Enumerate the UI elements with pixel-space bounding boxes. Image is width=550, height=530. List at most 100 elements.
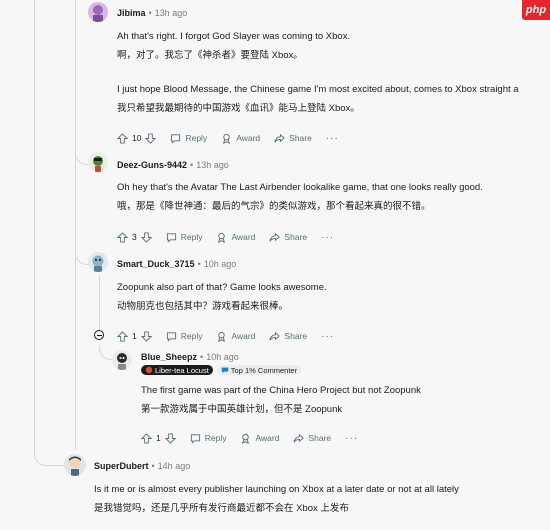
user-flair-label: Liber-tea Locust (155, 365, 209, 375)
award-label: Award (231, 331, 256, 341)
reply-label: Reply (180, 331, 203, 341)
comment-author[interactable]: Deez-Guns-9442 (117, 160, 187, 170)
downvote-icon[interactable] (140, 330, 152, 342)
reply-label: Reply (180, 232, 203, 242)
locust-icon (145, 366, 153, 374)
flair-row: Liber-tea Locust Top 1% Commenter (141, 363, 305, 377)
share-icon (269, 232, 281, 241)
thread-line (34, 0, 35, 455)
upvote-icon[interactable] (141, 432, 152, 444)
award-button[interactable]: Award (216, 232, 255, 243)
share-icon (274, 133, 285, 142)
comment-time[interactable]: 13h ago (155, 8, 188, 18)
comment-time[interactable]: 14h ago (158, 461, 191, 471)
avatar[interactable] (88, 252, 108, 272)
vote-group: 10 (117, 132, 157, 144)
vote-count: 1 (132, 331, 137, 341)
avatar[interactable] (64, 454, 86, 476)
user-flair-badge: Liber-tea Locust (141, 365, 213, 375)
vote-group: 1 (117, 330, 152, 342)
reply-button[interactable]: Reply (166, 232, 203, 243)
award-icon (218, 232, 226, 243)
thread-line (75, 0, 76, 450)
avatar[interactable] (88, 2, 108, 22)
comment-actions: 10 Reply Award Share ··· (117, 130, 339, 146)
more-options-button[interactable]: ··· (326, 133, 339, 144)
comment-header: Deez-Guns-9442 • 13h ago (117, 158, 229, 172)
share-button[interactable]: Share (269, 331, 307, 342)
comment-author[interactable]: Blue_Sheepz (141, 352, 197, 362)
award-button[interactable]: Award (221, 133, 260, 144)
comment-author[interactable]: Jibima (117, 8, 146, 18)
more-options-button[interactable]: ··· (345, 433, 358, 444)
top-commenter-label: Top 1% Commenter (230, 365, 298, 375)
thread-line (99, 275, 100, 330)
reply-button[interactable]: Reply (170, 133, 207, 144)
comment-text-line: Is it me or is almost every publisher la… (94, 484, 459, 495)
vote-count: 10 (132, 133, 142, 143)
share-label: Share (308, 433, 332, 443)
more-options-button[interactable]: ··· (321, 232, 334, 243)
comment-text-line: 是我错觉吗，还是几乎所有发行商最近都不会在 Xbox 上发布 (94, 503, 349, 514)
reply-button[interactable]: Reply (166, 331, 203, 342)
php-watermark-logo: php (522, 0, 550, 20)
more-options-button[interactable]: ··· (321, 331, 334, 342)
comment-text-line: 我只希望我最期待的中国游戏《血讯》能马上登陆 Xbox。 (117, 103, 360, 114)
share-label: Share (284, 232, 308, 242)
award-label: Award (231, 232, 256, 242)
reply-icon (166, 232, 176, 243)
share-label: Share (284, 331, 308, 341)
comment-text-line: I just hope Blood Message, the Chinese g… (117, 84, 519, 95)
share-button[interactable]: Share (293, 433, 331, 444)
share-button[interactable]: Share (269, 232, 307, 243)
share-label: Share (289, 133, 312, 143)
comment-text-line: 哦，那是《降世神通：最后的气宗》的类似游戏，那个看起来真的很不错。 (117, 201, 431, 212)
award-button[interactable]: Award (216, 331, 255, 342)
comment-author[interactable]: SuperDubert (94, 461, 149, 471)
comment-actions: 1 Reply Award Share ··· (117, 328, 334, 344)
comment-time[interactable]: 10h ago (206, 352, 239, 362)
separator-dot: • (197, 259, 201, 269)
comment-text-line: Zoopunk also part of that? Game looks aw… (117, 282, 327, 293)
separator-dot: • (190, 160, 194, 170)
upvote-icon[interactable] (117, 330, 128, 342)
comment-time[interactable]: 13h ago (196, 160, 229, 170)
separator-dot: • (148, 8, 152, 18)
commenter-icon (221, 367, 228, 374)
vote-count: 3 (132, 232, 137, 242)
avatar[interactable] (112, 350, 132, 370)
award-icon (223, 133, 231, 144)
comment-text-line: The first game was part of the China Her… (141, 385, 421, 396)
upvote-icon[interactable] (117, 132, 128, 144)
avatar[interactable] (88, 152, 108, 172)
reply-icon (190, 433, 200, 444)
downvote-icon[interactable] (145, 132, 157, 144)
comment-time[interactable]: 10h ago (204, 259, 237, 269)
award-icon (242, 433, 250, 444)
reply-icon (166, 331, 176, 342)
downvote-icon[interactable] (140, 231, 152, 243)
comment-text-line: Ah that's right. I forgot God Slayer was… (117, 31, 351, 42)
award-label: Award (255, 433, 280, 443)
upvote-icon[interactable] (117, 231, 128, 243)
award-icon (218, 331, 226, 342)
reply-icon (171, 133, 181, 144)
vote-count: 1 (156, 433, 161, 443)
share-icon (269, 331, 281, 340)
minus-icon (96, 334, 102, 336)
reply-label: Reply (204, 433, 227, 443)
award-button[interactable]: Award (240, 433, 279, 444)
vote-group: 3 (117, 231, 152, 243)
comment-author[interactable]: Smart_Duck_3715 (117, 259, 195, 269)
downvote-icon[interactable] (164, 432, 176, 444)
collapse-thread-button[interactable] (94, 330, 104, 340)
separator-dot: • (200, 352, 204, 362)
comment-header: Smart_Duck_3715 • 10h ago (117, 257, 236, 271)
share-button[interactable]: Share (274, 133, 312, 144)
thread-curve (34, 440, 65, 466)
award-label: Award (236, 133, 261, 143)
top-commenter-badge: Top 1% Commenter (216, 365, 302, 375)
comment-header: Jibima • 13h ago (117, 6, 187, 20)
reply-button[interactable]: Reply (190, 433, 227, 444)
vote-group: 1 (141, 432, 176, 444)
